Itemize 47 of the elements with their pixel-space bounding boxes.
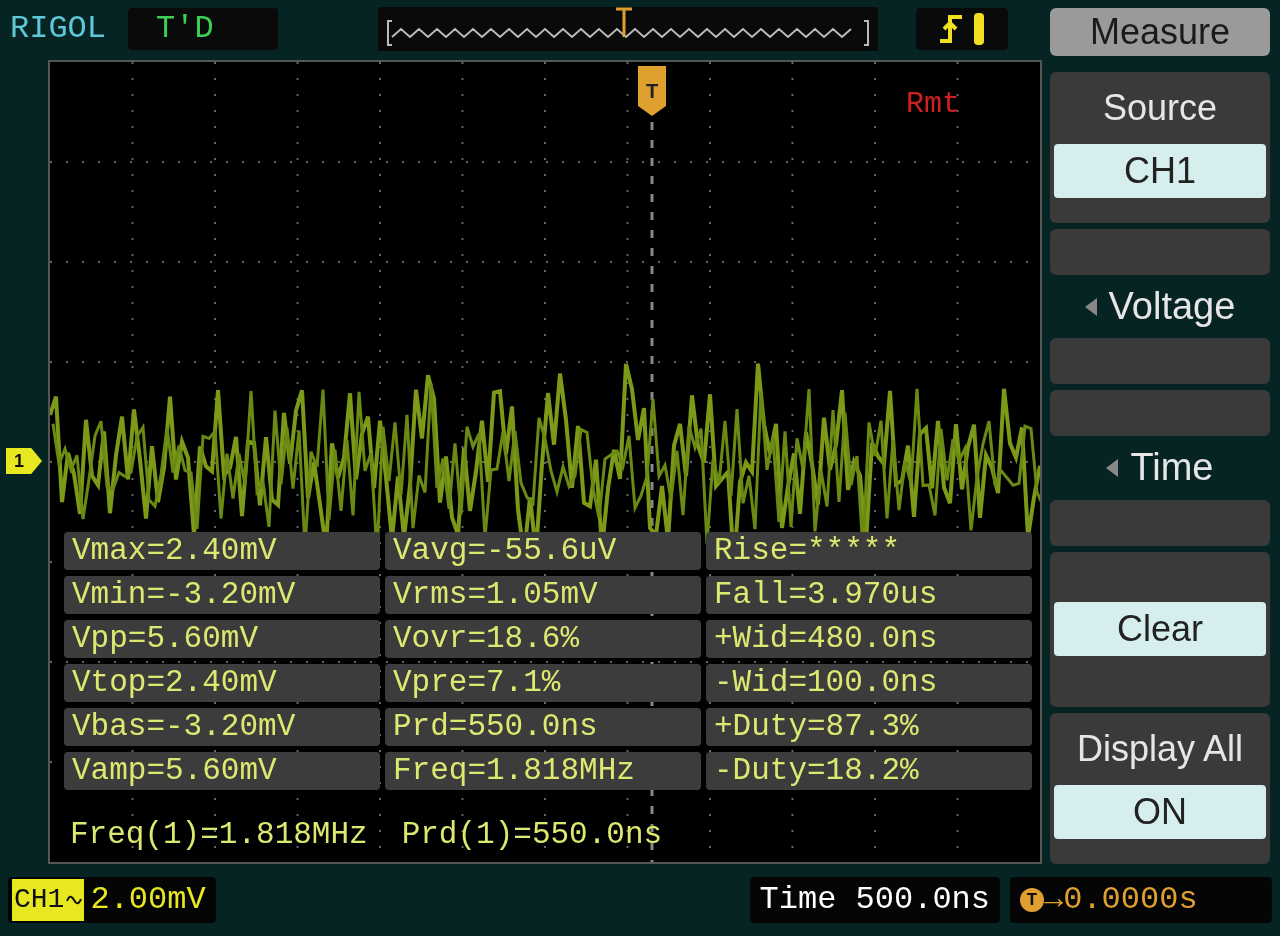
ac-coupling-icon [66,893,83,907]
measurement-cell: Fall=3.970us [706,576,1032,614]
measurement-readout: Prd(1)=550.0ns [401,816,663,854]
measurement-cell: +Wid=480.0ns [706,620,1032,658]
measurement-cell: Vpp=5.60mV [64,620,380,658]
submenu-item[interactable]: Voltage [1050,229,1270,385]
measurement-readout: Freq(1)=1.818MHz [70,816,368,854]
timebase-readout: Time 500.0ns [749,877,1000,923]
option-label: Display All [1076,726,1244,771]
trigger-marker: T [638,66,666,116]
option-value: ON [1054,784,1266,839]
measurement-cell: -Duty=18.2% [706,752,1032,790]
measurement-cell: Vbas=-3.20mV [64,708,380,746]
menu-option[interactable]: Source CH1 [1050,72,1270,224]
menu-title: Measure [1050,8,1270,56]
measurement-cell: Vpre=7.1% [385,664,701,702]
trigger-offset: →0.0000s [1044,880,1198,920]
measurement-cell: -Wid=100.0ns [706,664,1032,702]
remote-indicator: Rmt [906,86,960,123]
measurement-cell: Freq=1.818MHz [385,752,701,790]
measurement-cell: Vavg=-55.6uV [385,532,701,570]
clear-button[interactable]: Clear [1054,602,1266,657]
left-arrow-icon [1106,459,1119,477]
volts-per-div: 2.00mV [90,880,206,920]
measurement-cell: Prd=550.0ns [385,708,701,746]
submenu-item[interactable]: Time [1050,390,1270,546]
measurement-cell: Rise=***** [706,532,1032,570]
measurement-cell: Vamp=5.60mV [64,752,380,790]
submenu-label: Voltage [1108,284,1236,330]
trigger-status: T'D [128,8,278,50]
measurement-cell: Vmax=2.40mV [64,532,380,570]
left-arrow-icon [1084,297,1097,316]
measurement-cell: +Duty=87.3% [706,708,1032,746]
menu-option[interactable]: Display All ON [1050,712,1270,864]
measurement-cell: Vrms=1.05mV [385,576,701,614]
channel-badge: CH1 [12,879,85,921]
level-bar-icon [974,13,984,45]
measurement-cell: Vtop=2.40mV [64,664,380,702]
rising-edge-icon [940,15,962,43]
channel-marker: 1 [6,448,42,474]
submenu-label: Time [1130,445,1214,491]
trigger-badge: T [1020,888,1044,912]
option-value: CH1 [1054,144,1266,198]
measurement-cell: Vmin=-3.20mV [64,576,380,614]
brand-logo: RIGOL [10,9,106,49]
measurement-cell: Vovr=18.6% [385,620,701,658]
option-label: Source [1102,86,1218,130]
